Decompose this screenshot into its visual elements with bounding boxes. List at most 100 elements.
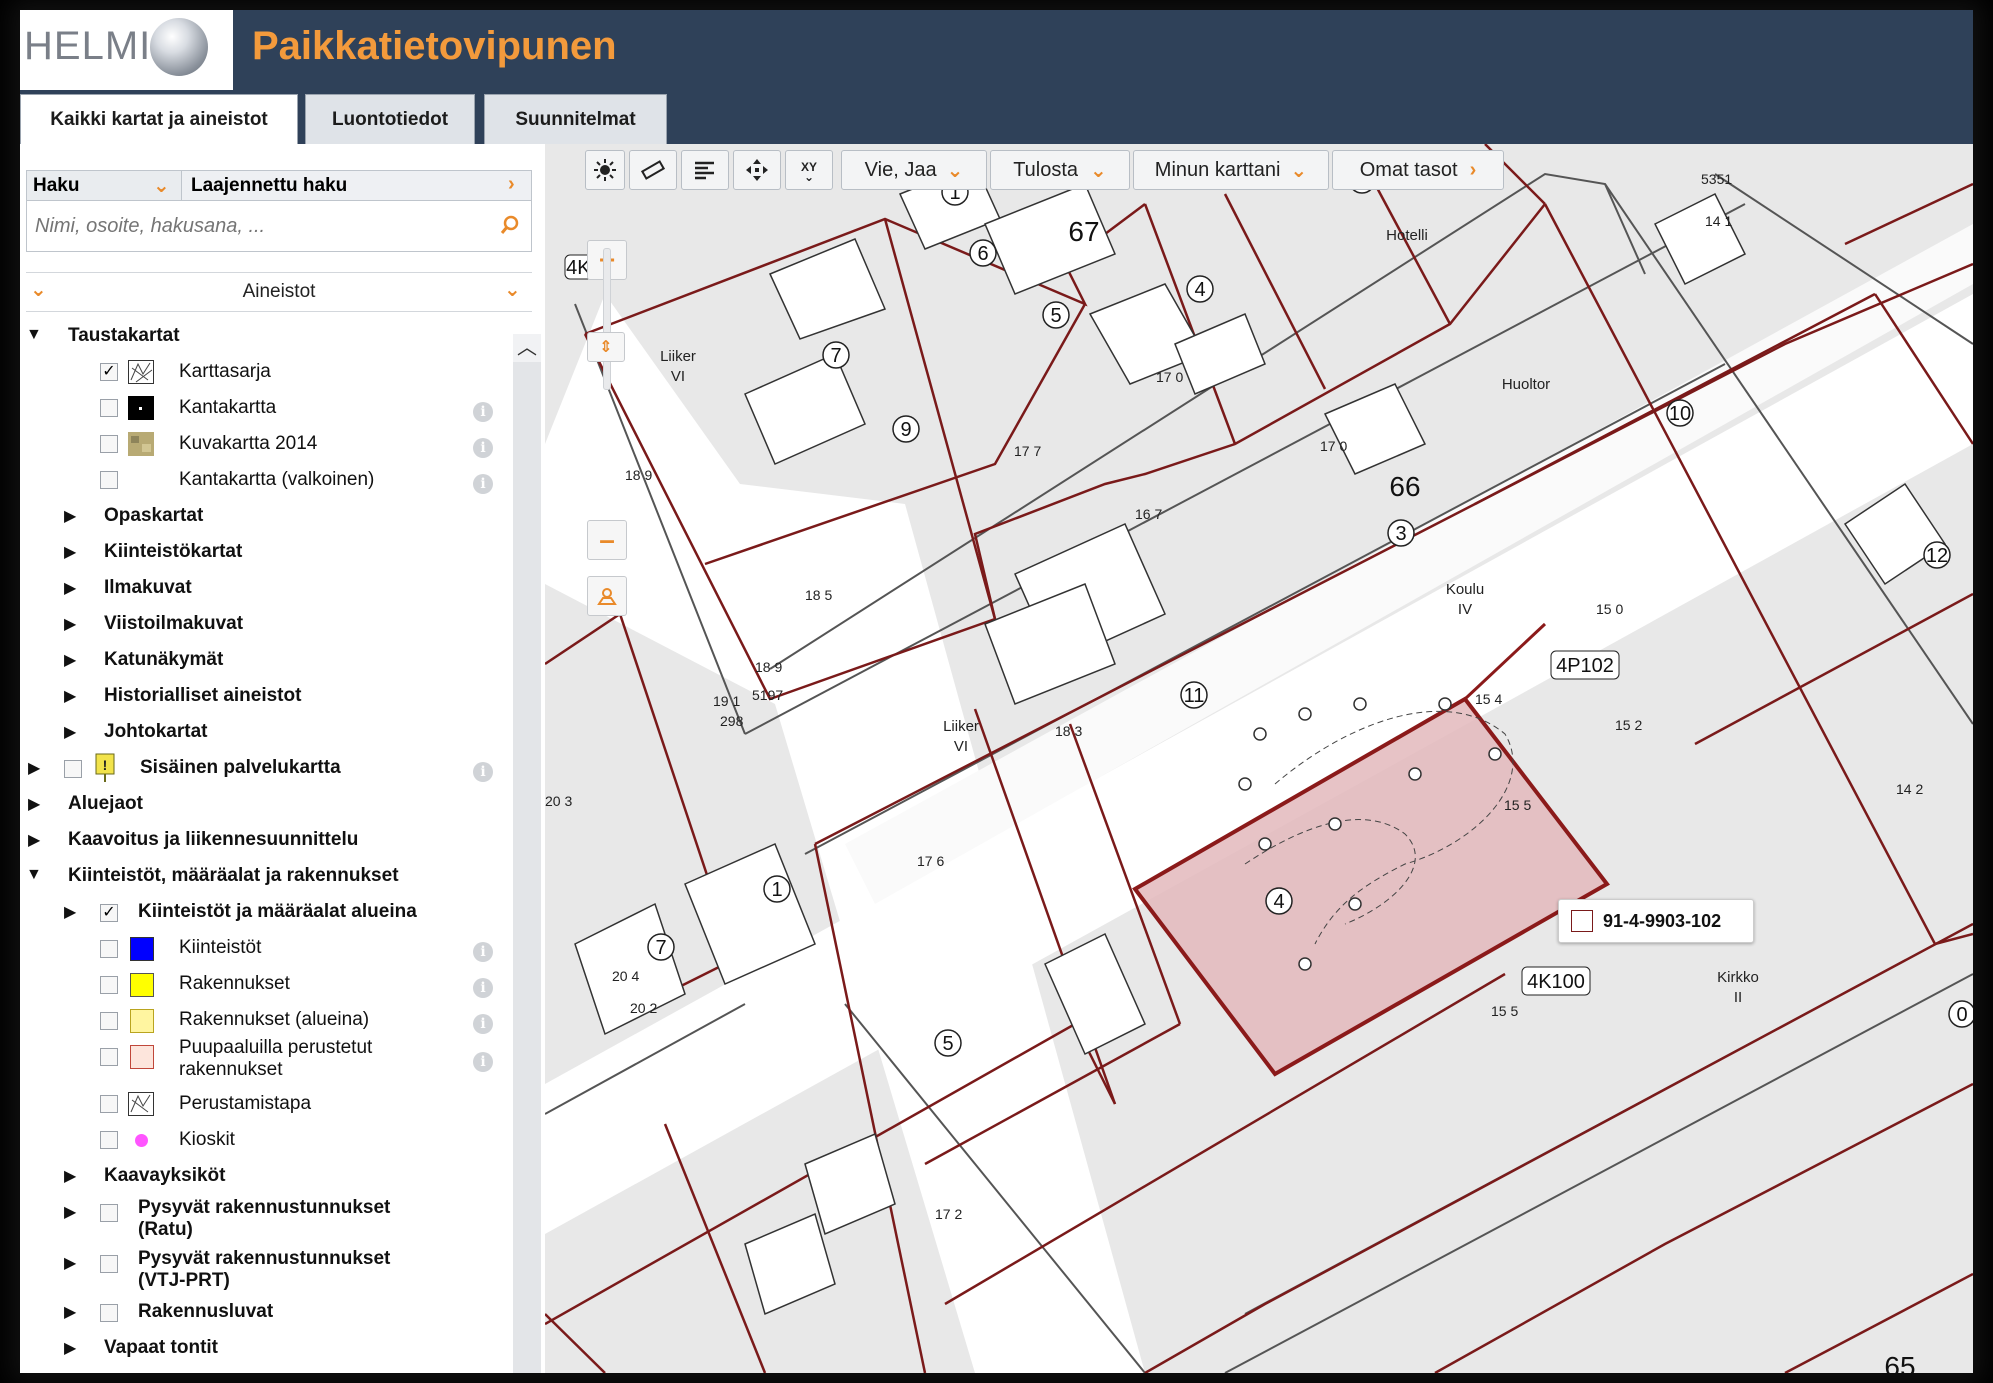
- layer-group-historialliset[interactable]: Historialliset aineistot: [104, 680, 301, 712]
- layer-group-kaavayksikot[interactable]: Kaavayksiköt: [104, 1160, 225, 1192]
- zoom-out-button[interactable]: –: [587, 520, 627, 560]
- scroll-up-icon[interactable]: ︿: [513, 334, 541, 362]
- expanded-triangle-icon[interactable]: ▼: [26, 866, 42, 884]
- info-icon[interactable]: i: [473, 438, 493, 458]
- checkbox[interactable]: [100, 1095, 118, 1113]
- info-icon[interactable]: i: [473, 1014, 493, 1034]
- tulosta-button[interactable]: Tulosta ⌄: [990, 150, 1130, 190]
- layer-sisainen-palvelukartta[interactable]: Sisäinen palvelukartta: [140, 752, 341, 784]
- checkbox[interactable]: [100, 976, 118, 994]
- collapsed-triangle-icon[interactable]: ▶: [64, 1302, 76, 1322]
- layer-vtj-prt-line2[interactable]: (VTJ-PRT): [138, 1269, 230, 1293]
- layer-puupaalu-line1[interactable]: Puupaaluilla perustetut: [179, 1036, 372, 1060]
- locate-me-button[interactable]: [587, 576, 627, 616]
- search-input[interactable]: [33, 207, 477, 245]
- expanded-triangle-icon[interactable]: ▼: [26, 326, 42, 344]
- collapsed-triangle-icon[interactable]: ▶: [64, 1202, 76, 1222]
- layer-kantakartta-valkoinen[interactable]: Kantakartta (valkoinen): [179, 464, 374, 496]
- layer-tree-scrollbar[interactable]: ︿: [513, 334, 541, 1373]
- collapsed-triangle-icon[interactable]: ▶: [64, 578, 76, 598]
- layer-group-johtokartat[interactable]: Johtokartat: [104, 716, 207, 748]
- layer-group-opaskartat[interactable]: Opaskartat: [104, 500, 203, 532]
- feature-popup[interactable]: 91-4-9903-102: [1558, 899, 1754, 943]
- collapsed-triangle-icon[interactable]: ▶: [28, 794, 40, 814]
- layer-group-katunakymat[interactable]: Katunäkymät: [104, 644, 223, 676]
- layer-vtj-prt-line1[interactable]: Pysyvät rakennustunnukset: [138, 1247, 390, 1271]
- collapsed-triangle-icon[interactable]: ▶: [64, 686, 76, 706]
- layer-perustamistapa[interactable]: Perustamistapa: [179, 1088, 311, 1120]
- search-icon[interactable]: [500, 215, 520, 235]
- tab-kaikki-kartat[interactable]: Kaikki kartat ja aineistot: [20, 94, 298, 144]
- info-icon[interactable]: i: [473, 474, 493, 494]
- tab-suunnitelmat[interactable]: Suunnitelmat: [484, 94, 667, 144]
- collapsed-triangle-icon[interactable]: ▶: [64, 1253, 76, 1273]
- zoom-slider-track[interactable]: [603, 248, 611, 390]
- collapsed-triangle-icon[interactable]: ▶: [64, 614, 76, 634]
- layer-ratu-line2[interactable]: (Ratu): [138, 1218, 193, 1242]
- layer-kuvakartta-2014[interactable]: Kuvakartta 2014: [179, 428, 317, 460]
- layer-group-ilmakuvat[interactable]: Ilmakuvat: [104, 572, 192, 604]
- checkbox[interactable]: [100, 471, 118, 489]
- info-icon[interactable]: i: [473, 762, 493, 782]
- tab-luontotiedot[interactable]: Luontotiedot: [305, 94, 475, 144]
- layer-puupaalu-line2[interactable]: rakennukset: [179, 1058, 283, 1082]
- checkbox[interactable]: [100, 1131, 118, 1149]
- collapsed-triangle-icon[interactable]: ▶: [64, 650, 76, 670]
- collapsed-triangle-icon[interactable]: ▶: [28, 758, 40, 778]
- layer-rakennusluvat[interactable]: Rakennusluvat: [138, 1296, 273, 1328]
- collapsed-triangle-icon[interactable]: ▶: [64, 1338, 76, 1358]
- checkbox[interactable]: [100, 1204, 118, 1222]
- info-icon[interactable]: i: [473, 942, 493, 962]
- layer-karttasarja[interactable]: Karttasarja: [179, 356, 271, 388]
- checkbox[interactable]: [100, 1012, 118, 1030]
- layer-ratu-line1[interactable]: Pysyvät rakennustunnukset: [138, 1196, 390, 1220]
- layer-kioskit[interactable]: Kioskit: [179, 1124, 235, 1156]
- map-view[interactable]: 1 3 4 5 6 7 9 10 3 12 11 1 4 7 5 0 67 66: [545, 144, 1973, 1373]
- collapsed-triangle-icon[interactable]: ▶: [28, 830, 40, 850]
- map-canvas[interactable]: 1 3 4 5 6 7 9 10 3 12 11 1 4 7 5 0 67 66: [545, 144, 1973, 1373]
- collapsed-triangle-icon[interactable]: ▶: [64, 902, 76, 922]
- layer-group-vapaat-tontit[interactable]: Vapaat tontit: [104, 1332, 218, 1364]
- advanced-search-button[interactable]: Laajennettu haku ›: [182, 171, 531, 201]
- layer-rakennukset-alueina[interactable]: Rakennukset (alueina): [179, 1004, 369, 1036]
- helmi-logo[interactable]: HELMI: [20, 10, 233, 90]
- layers-panel-header[interactable]: ⌄ Aineistot ⌄: [26, 272, 532, 312]
- collapsed-triangle-icon[interactable]: ▶: [64, 506, 76, 526]
- checkbox[interactable]: [100, 1048, 118, 1066]
- layer-group-kaavoitus[interactable]: Kaavoitus ja liikennesuunnittelu: [68, 824, 358, 856]
- collapsed-triangle-icon[interactable]: ▶: [64, 542, 76, 562]
- layer-kiinteistot-alueina[interactable]: Kiinteistöt ja määräalat alueina: [138, 896, 417, 928]
- popup-checkbox[interactable]: [1571, 910, 1593, 932]
- legend-button[interactable]: [681, 150, 729, 190]
- layer-group-kiinteistokartat[interactable]: Kiinteistökartat: [104, 536, 242, 568]
- light-toggle-button[interactable]: [585, 150, 625, 190]
- vie-jaa-button[interactable]: Vie, Jaa ⌄: [841, 150, 987, 190]
- omat-tasot-button[interactable]: Omat tasot ›: [1332, 150, 1504, 190]
- info-icon[interactable]: i: [473, 402, 493, 422]
- collapsed-triangle-icon[interactable]: ▶: [64, 1166, 76, 1186]
- checkbox[interactable]: [100, 940, 118, 958]
- checkbox-checked[interactable]: ✓: [100, 904, 118, 922]
- layer-rakennukset[interactable]: Rakennukset: [179, 968, 290, 1000]
- layer-group-kiinteistot-maaraalat[interactable]: Kiinteistöt, määräalat ja rakennukset: [68, 860, 399, 892]
- checkbox[interactable]: [100, 399, 118, 417]
- search-type-select[interactable]: Haku ⌄: [27, 171, 182, 201]
- minun-karttani-button[interactable]: Minun karttani ⌄: [1133, 150, 1329, 190]
- pan-button[interactable]: [733, 150, 781, 190]
- info-icon[interactable]: i: [473, 978, 493, 998]
- coordinates-button[interactable]: XY ⌄: [785, 150, 833, 190]
- layer-group-taustakartat[interactable]: Taustakartat: [68, 320, 180, 352]
- checkbox[interactable]: [100, 435, 118, 453]
- zoom-slider-handle[interactable]: ⇕: [587, 332, 625, 362]
- checkbox[interactable]: [100, 1304, 118, 1322]
- checkbox-checked[interactable]: ✓: [100, 363, 118, 381]
- layer-group-viistoilmakuvat[interactable]: Viistoilmakuvat: [104, 608, 243, 640]
- checkbox[interactable]: [100, 1255, 118, 1273]
- measure-button[interactable]: [629, 150, 677, 190]
- layer-kantakartta[interactable]: Kantakartta: [179, 392, 276, 424]
- layer-group-aluejaot[interactable]: Aluejaot: [68, 788, 143, 820]
- layer-kiinteistot[interactable]: Kiinteistöt: [179, 932, 261, 964]
- info-icon[interactable]: i: [473, 1052, 493, 1072]
- collapsed-triangle-icon[interactable]: ▶: [64, 722, 76, 742]
- checkbox[interactable]: [64, 760, 82, 778]
